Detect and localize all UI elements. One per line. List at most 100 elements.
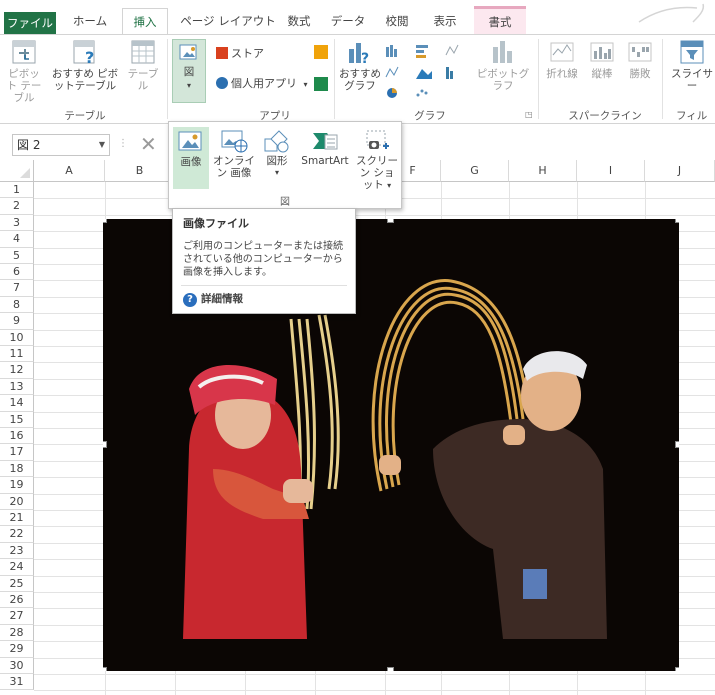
resize-handle[interactable]: [103, 219, 107, 223]
tab-home[interactable]: ホーム: [68, 8, 112, 34]
row-header[interactable]: 10: [0, 329, 34, 346]
row-header[interactable]: 30: [0, 657, 34, 674]
resize-handle[interactable]: [675, 441, 679, 448]
bing-maps-icon[interactable]: [314, 45, 328, 59]
column-header[interactable]: G: [441, 160, 509, 182]
sparkline-win-loss-button[interactable]: 勝敗: [622, 39, 658, 80]
row-header[interactable]: 29: [0, 641, 34, 658]
row-header[interactable]: 28: [0, 624, 34, 642]
tab-data[interactable]: データ: [330, 8, 366, 34]
dropdown-footer-label: 図: [280, 197, 290, 208]
screenshot-button[interactable]: スクリーン ショット ▾: [355, 127, 399, 192]
name-box-value: 図 2: [17, 138, 41, 152]
row-header[interactable]: 23: [0, 542, 34, 560]
chevron-down-icon[interactable]: ▼: [99, 135, 105, 155]
row-header[interactable]: 26: [0, 592, 34, 609]
column-header[interactable]: A: [34, 160, 105, 182]
row-header[interactable]: 12: [0, 362, 34, 379]
row-header[interactable]: 2: [0, 198, 34, 215]
row-header[interactable]: 17: [0, 444, 34, 461]
row-header[interactable]: 18: [0, 460, 34, 478]
row-header[interactable]: 8: [0, 296, 34, 314]
row-header[interactable]: 20: [0, 493, 34, 510]
row-header[interactable]: 24: [0, 559, 34, 576]
row-header[interactable]: 15: [0, 411, 34, 428]
tab-format[interactable]: 書式: [474, 6, 526, 34]
cancel-icon[interactable]: ✕: [140, 132, 157, 156]
select-all-triangle-icon: [20, 168, 30, 178]
row-header[interactable]: 16: [0, 428, 34, 445]
row-header[interactable]: 31: [0, 674, 34, 691]
tab-review[interactable]: 校閲: [380, 8, 414, 34]
group-separator: [662, 39, 663, 119]
tooltip-description: ご利用のコンピューターまたは接続されている他のコンピューターから画像を挿入します…: [183, 241, 343, 278]
resize-handle[interactable]: [103, 441, 107, 448]
select-all-corner[interactable]: [0, 160, 34, 182]
dialog-launcher-icon[interactable]: ◳: [525, 110, 533, 119]
pivot-chart-button[interactable]: ピボットグラフ: [474, 39, 532, 92]
row-header[interactable]: 22: [0, 526, 34, 543]
filters-group-label: フィル: [676, 110, 708, 122]
online-picture-icon: [221, 130, 248, 153]
row-header[interactable]: 11: [0, 346, 34, 363]
illustrations-button[interactable]: 図 ▾: [172, 39, 206, 103]
recommended-charts-label: おすすめ グラフ: [339, 68, 381, 92]
resize-handle[interactable]: [387, 667, 394, 671]
recommended-pivot-icon: ?: [73, 40, 95, 65]
formula-bar-grip-icon[interactable]: ⋮: [118, 138, 128, 149]
sparkline-column-button[interactable]: 縦棒: [584, 39, 620, 80]
resize-handle[interactable]: [675, 667, 679, 671]
personal-apps-icon: [216, 77, 228, 89]
name-box[interactable]: 図 2 ▼: [12, 134, 110, 156]
tab-file[interactable]: ファイル: [4, 12, 56, 34]
row-header[interactable]: 27: [0, 608, 34, 625]
row-gridline: [34, 674, 715, 675]
tab-page-layout[interactable]: ページ レイアウト: [178, 8, 278, 34]
row-header[interactable]: 25: [0, 575, 34, 592]
row-header[interactable]: 14: [0, 395, 34, 412]
people-graph-icon[interactable]: [314, 77, 328, 91]
row-header[interactable]: 9: [0, 313, 34, 330]
personal-apps-button[interactable]: 個人用アプリ ▾: [216, 75, 308, 93]
row-header[interactable]: 3: [0, 214, 34, 232]
row-header[interactable]: 7: [0, 280, 34, 297]
store-icon: [216, 47, 228, 59]
sparkline-line-button[interactable]: 折れ線: [542, 39, 582, 80]
tooltip-more-info-link[interactable]: ? 詳細情報: [183, 291, 243, 307]
column-header[interactable]: I: [577, 160, 645, 182]
column-header[interactable]: J: [645, 160, 715, 182]
row-header[interactable]: 21: [0, 510, 34, 527]
recommended-charts-button[interactable]: ? おすすめ グラフ: [338, 39, 382, 92]
svg-text:?: ?: [361, 51, 369, 65]
chart-type-gallery-icon[interactable]: [384, 43, 476, 101]
resize-handle[interactable]: [675, 219, 679, 223]
pivot-table-button[interactable]: ピボット テーブル: [4, 39, 44, 104]
row-header[interactable]: 19: [0, 477, 34, 494]
column-header[interactable]: H: [509, 160, 577, 182]
tab-insert[interactable]: 挿入: [122, 8, 168, 35]
row-header[interactable]: 6: [0, 264, 34, 281]
tooltip-title: 画像ファイル: [183, 217, 249, 230]
row-header[interactable]: 4: [0, 231, 34, 248]
recommended-pivot-button[interactable]: ? おすすめ ピボットテーブル: [48, 39, 122, 92]
shapes-button[interactable]: 図形 ▾: [259, 127, 295, 179]
tab-formulas[interactable]: 数式: [282, 8, 316, 34]
row-header[interactable]: 13: [0, 378, 34, 396]
column-header[interactable]: B: [105, 160, 175, 182]
sparkline-column-label: 縦棒: [591, 68, 613, 80]
resize-handle[interactable]: [103, 667, 107, 671]
slicer-button[interactable]: スライサー: [666, 39, 715, 92]
shapes-label: 図形: [266, 155, 288, 167]
insert-picture-button[interactable]: 画像: [173, 127, 209, 189]
store-button[interactable]: ストア: [216, 45, 264, 63]
smartart-button[interactable]: SmartArt: [297, 127, 353, 167]
picture-icon: [178, 131, 202, 151]
screenshot-label: スクリーン ショット: [356, 155, 398, 191]
tab-view[interactable]: 表示: [428, 8, 462, 34]
online-pictures-button[interactable]: オンライン 画像: [213, 127, 255, 179]
row-header[interactable]: 5: [0, 247, 34, 264]
more-info-label: 詳細情報: [201, 293, 243, 305]
row-header[interactable]: 1: [0, 182, 34, 199]
table-button[interactable]: テーブル: [124, 39, 162, 92]
resize-handle[interactable]: [387, 219, 394, 223]
